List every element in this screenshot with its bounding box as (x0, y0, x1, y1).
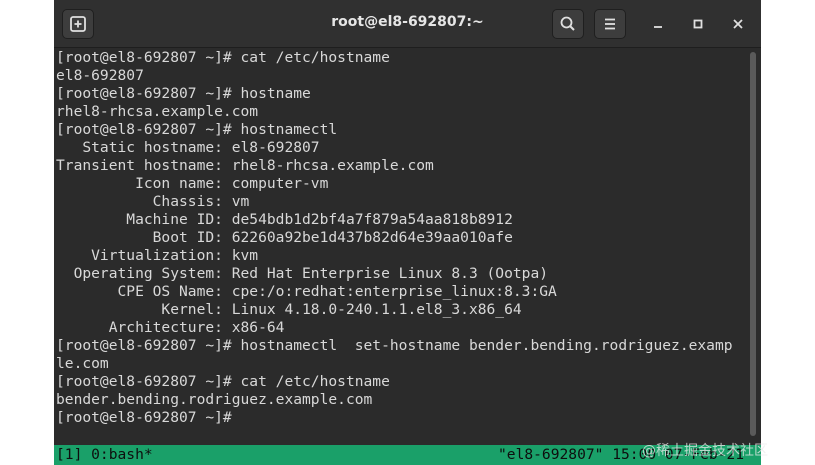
search-button[interactable] (552, 9, 584, 39)
terminal-window: root@el8-692807:~ [root@el8-692807 ~]# c… (54, 0, 761, 465)
terminal-output[interactable]: [root@el8-692807 ~]# cat /etc/hostname e… (54, 48, 761, 445)
terminal-line: Operating System: Red Hat Enterprise Lin… (56, 265, 549, 282)
minimize-icon (654, 26, 662, 28)
terminal-line: Chassis: vm (56, 193, 250, 210)
terminal-line: rhel8-rhcsa.example.com (56, 103, 259, 120)
menu-button[interactable] (594, 9, 626, 39)
terminal-line: Virtualization: kvm (56, 247, 259, 264)
maximize-icon (693, 19, 703, 29)
status-window-list: [1] 0:bash* (56, 446, 153, 463)
close-icon (733, 19, 743, 29)
terminal-line: CPE OS Name: cpe:/o:redhat:enterprise_li… (56, 283, 557, 300)
terminal-line: [root@el8-692807 ~]# hostnamectl (56, 121, 338, 138)
terminal-line: Boot ID: 62260a92be1d437b82d64e39aa010af… (56, 229, 513, 246)
terminal-line: Architecture: x86-64 (56, 319, 285, 336)
search-icon (560, 16, 575, 31)
maximize-button[interactable] (686, 12, 710, 36)
terminal-line: [root@el8-692807 ~]# hostname (56, 85, 311, 102)
hamburger-menu-icon (605, 18, 615, 30)
terminal-line: [root@el8-692807 ~]# hostnamectl set-hos… (56, 337, 733, 354)
terminal-line: bender.bending.rodriguez.example.com (56, 391, 373, 408)
terminal-line: [root@el8-692807 ~]# cat /etc/hostname (56, 373, 390, 390)
title-bar: root@el8-692807:~ (54, 0, 761, 48)
close-button[interactable] (726, 12, 750, 36)
terminal-line: Static hostname: el8-692807 (56, 139, 320, 156)
terminal-line: Kernel: Linux 4.18.0-240.1.1.el8_3.x86_6… (56, 301, 522, 318)
terminal-line: Icon name: computer-vm (56, 175, 329, 192)
minimize-button[interactable] (646, 12, 670, 36)
terminal-line: le.com (56, 355, 109, 372)
watermark: @稀土掘金技术社区 (642, 443, 768, 459)
terminal-line: el8-692807 (56, 67, 144, 84)
terminal-line: [root@el8-692807 ~]# cat /etc/hostname (56, 49, 390, 66)
terminal-prompt: [root@el8-692807 ~]# (56, 409, 232, 426)
terminal-line: Transient hostname: rhel8-rhcsa.example.… (56, 157, 434, 174)
scrollbar[interactable] (750, 52, 756, 436)
terminal-line: Machine ID: de54bdb1d2bf4a7f879a54aa818b… (56, 211, 513, 228)
